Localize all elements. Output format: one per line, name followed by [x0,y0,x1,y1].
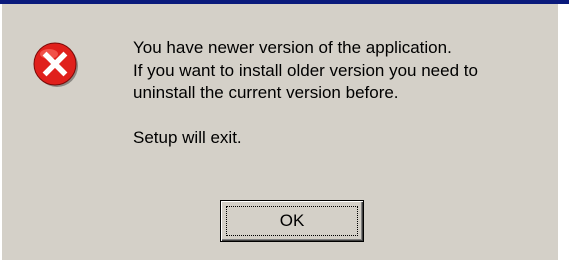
message-line-2: If you want to install older version you… [133,60,478,80]
ok-button-focus-rect: OK [226,206,358,236]
message-line-1: You have newer version of the applicatio… [133,38,452,57]
screen: You have newer version of the applicatio… [0,0,569,260]
error-dialog: You have newer version of the applicatio… [0,4,558,260]
ok-button-label: OK [279,211,305,230]
error-icon [33,42,78,87]
exit-message: Setup will exit. [133,128,242,147]
message-spacer [133,105,558,128]
ok-button[interactable]: OK [220,200,364,242]
window-right-edge [558,4,569,260]
message-line-3: uninstall the current version before. [133,83,399,102]
dialog-message: You have newer version of the applicatio… [133,37,558,150]
